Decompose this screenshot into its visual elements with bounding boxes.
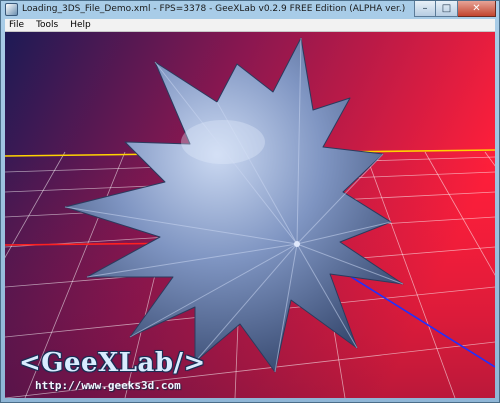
maximize-icon: □ bbox=[441, 2, 452, 14]
scene-canvas bbox=[5, 32, 495, 398]
minimize-icon: – bbox=[422, 2, 428, 14]
minimize-button[interactable]: – bbox=[414, 1, 436, 17]
close-button[interactable]: ✕ bbox=[458, 1, 496, 17]
close-icon: ✕ bbox=[472, 2, 481, 14]
menu-tools[interactable]: Tools bbox=[30, 19, 64, 31]
render-viewport[interactable] bbox=[5, 32, 495, 398]
maximize-button[interactable]: □ bbox=[436, 1, 458, 17]
window-title: Loading_3DS_File_Demo.xml - FPS=3378 - G… bbox=[22, 4, 406, 14]
window-icon bbox=[5, 3, 18, 16]
geeks3d-url: http://www.geeks3d.com bbox=[35, 379, 181, 392]
geexlab-logo: <GeeXLab/> bbox=[19, 348, 206, 378]
title-bar[interactable]: Loading_3DS_File_Demo.xml - FPS=3378 - G… bbox=[1, 1, 499, 19]
menu-help[interactable]: Help bbox=[64, 19, 97, 31]
app-window: Loading_3DS_File_Demo.xml - FPS=3378 - G… bbox=[0, 0, 500, 403]
menu-bar: File Tools Help bbox=[5, 19, 495, 32]
window-controls: – □ ✕ bbox=[414, 1, 496, 17]
menu-file[interactable]: File bbox=[5, 19, 30, 31]
